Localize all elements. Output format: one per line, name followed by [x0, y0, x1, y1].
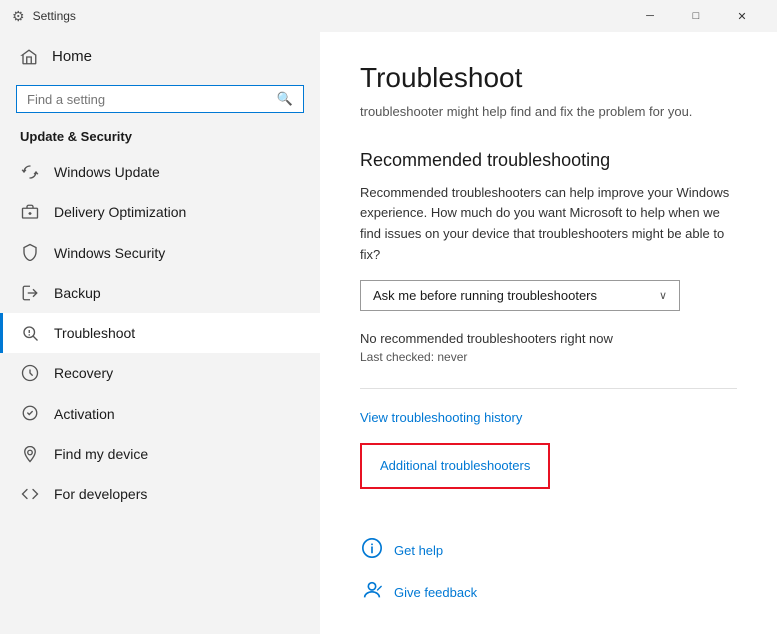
search-box[interactable]: 🔍 [16, 85, 304, 113]
page-title: Troubleshoot [360, 62, 737, 94]
titlebar: ⚙ Settings ─ □ ✕ [0, 0, 777, 32]
windows-security-icon [20, 243, 40, 261]
find-my-device-label: Find my device [54, 446, 148, 462]
maximize-button[interactable]: □ [673, 0, 719, 32]
delivery-optimization-icon [20, 203, 40, 221]
for-developers-icon [20, 485, 40, 503]
settings-gear-icon: ⚙ [12, 8, 25, 25]
sidebar-item-find-my-device[interactable]: Find my device [0, 434, 320, 474]
backup-label: Backup [54, 285, 101, 301]
troubleshoot-label: Troubleshoot [54, 325, 135, 341]
sidebar-item-windows-security[interactable]: Windows Security [0, 232, 320, 272]
troubleshooter-dropdown[interactable]: Ask me before running troubleshooters ∨ [360, 280, 680, 311]
no-troubleshooters-text: No recommended troubleshooters right now [360, 331, 737, 346]
recommended-section-title: Recommended troubleshooting [360, 150, 737, 171]
sidebar-item-recovery[interactable]: Recovery [0, 353, 320, 393]
sidebar-item-backup[interactable]: Backup [0, 273, 320, 313]
minimize-button[interactable]: ─ [627, 0, 673, 32]
last-checked-text: Last checked: never [360, 350, 737, 364]
activation-icon [20, 404, 40, 422]
delivery-optimization-label: Delivery Optimization [54, 204, 186, 220]
recommended-description: Recommended troubleshooters can help imp… [360, 183, 737, 266]
get-help-item: Get help [360, 537, 737, 565]
give-feedback-icon [360, 579, 384, 607]
for-developers-label: For developers [54, 486, 147, 502]
sidebar-item-delivery-optimization[interactable]: Delivery Optimization [0, 192, 320, 232]
recovery-label: Recovery [54, 365, 113, 381]
divider [360, 388, 737, 389]
get-help-icon [360, 537, 384, 565]
home-icon [20, 46, 38, 67]
search-icon: 🔍 [277, 91, 293, 107]
find-my-device-icon [20, 445, 40, 463]
additional-troubleshooters-box[interactable]: Additional troubleshooters [360, 443, 550, 489]
view-history-link[interactable]: View troubleshooting history [360, 410, 522, 425]
sidebar-item-for-developers[interactable]: For developers [0, 474, 320, 514]
titlebar-controls: ─ □ ✕ [627, 0, 765, 32]
home-svg [20, 48, 38, 66]
sidebar: Home 🔍 Update & Security Windows Update [0, 32, 320, 634]
sidebar-item-windows-update[interactable]: Windows Update [0, 152, 320, 192]
search-input[interactable] [27, 92, 277, 107]
page-subtitle: troubleshooter might help find and fix t… [360, 102, 737, 122]
windows-update-label: Windows Update [54, 164, 160, 180]
windows-security-label: Windows Security [54, 245, 165, 261]
dropdown-value: Ask me before running troubleshooters [373, 288, 597, 303]
troubleshoot-icon [20, 324, 40, 342]
sidebar-item-troubleshoot[interactable]: Troubleshoot [0, 313, 320, 353]
get-help-link[interactable]: Get help [394, 543, 443, 558]
chevron-down-icon: ∨ [659, 289, 667, 302]
close-button[interactable]: ✕ [719, 0, 765, 32]
recovery-icon [20, 364, 40, 382]
sidebar-section-header: Update & Security [0, 123, 320, 152]
app-window: Home 🔍 Update & Security Windows Update [0, 32, 777, 634]
activation-label: Activation [54, 406, 115, 422]
titlebar-left: ⚙ Settings [12, 8, 76, 25]
sidebar-item-home[interactable]: Home [0, 32, 320, 81]
give-feedback-link[interactable]: Give feedback [394, 585, 477, 600]
main-panel: Troubleshoot troubleshooter might help f… [320, 32, 777, 634]
give-feedback-item: Give feedback [360, 579, 737, 607]
backup-icon [20, 284, 40, 302]
titlebar-title: Settings [33, 9, 76, 23]
windows-update-icon [20, 163, 40, 181]
sidebar-item-activation[interactable]: Activation [0, 393, 320, 433]
home-label: Home [52, 48, 92, 65]
additional-troubleshooters-link[interactable]: Additional troubleshooters [380, 458, 530, 473]
